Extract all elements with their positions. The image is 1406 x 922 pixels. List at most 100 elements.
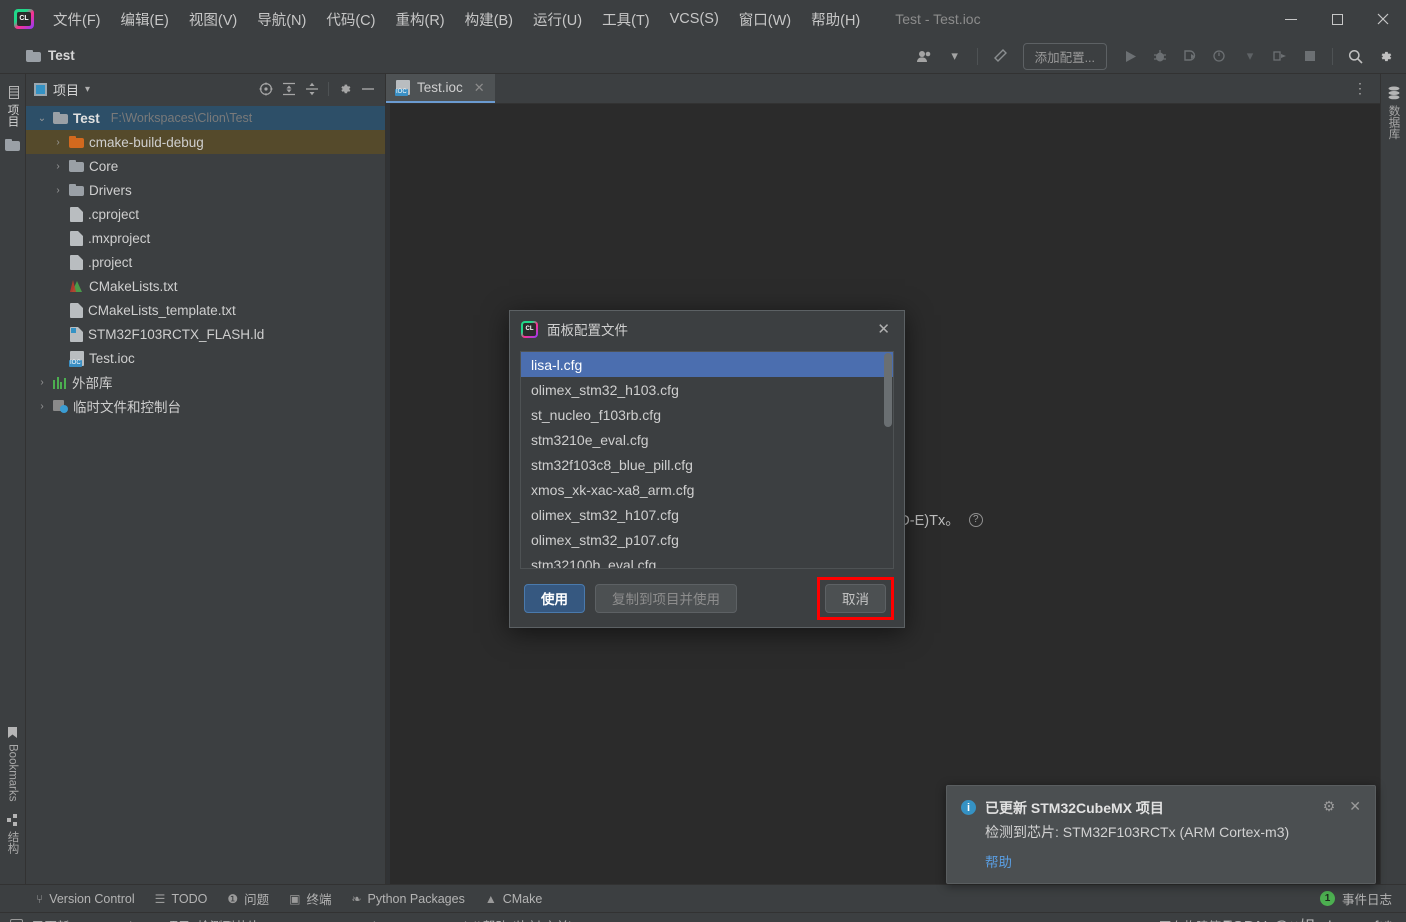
close-icon[interactable]: ✕ [474,80,485,96]
gear-icon[interactable] [338,82,352,96]
dialog-close-button[interactable]: ✕ [871,318,896,340]
tree-row-linker-script[interactable]: STM32F103RCTX_FLASH.ld [26,322,385,346]
chevron-right-icon[interactable]: › [52,161,64,172]
project-panel-title[interactable]: 项目 ▾ [34,80,90,99]
list-item[interactable]: xmos_xk-xac-xa8_arm.cfg [521,477,893,502]
tree-label: 临时文件和控制台 [73,400,181,415]
tool-cmake-label: CMake [502,891,543,906]
build-hammer-icon[interactable] [987,43,1013,69]
help-icon[interactable]: ? [968,512,983,527]
chevron-right-icon[interactable]: › [36,401,48,412]
event-log-button[interactable]: 1 事件日志 [1319,889,1392,908]
menu-tools[interactable]: 工具(T) [593,6,659,33]
list-item[interactable]: stm32100b_eval.cfg [521,552,893,569]
sidebar-item-structure[interactable]: 结构 [3,808,23,860]
notification-help-link[interactable]: 帮助 [985,851,1361,871]
tree-row-test-ioc[interactable]: Test.ioc [26,346,385,370]
select-opened-file-icon[interactable] [259,82,273,96]
tool-terminal[interactable]: ▣ 终端 [289,889,331,908]
add-configuration-button[interactable]: 添加配置... [1022,42,1107,70]
debug-icon[interactable] [1147,43,1173,69]
folder-icon [69,184,84,196]
maximize-button[interactable] [1314,0,1360,38]
hide-panel-icon[interactable] [361,87,375,91]
close-icon[interactable]: ✕ [1349,798,1361,815]
chevron-right-icon[interactable]: › [52,185,64,196]
search-icon[interactable] [1342,43,1368,69]
menu-run[interactable]: 运行(U) [524,6,591,33]
menu-code[interactable]: 代码(C) [317,6,384,33]
profiler-icon[interactable] [912,43,938,69]
sidebar-item-database[interactable]: 数据库 [1384,80,1404,146]
sidebar-item-files[interactable] [3,133,22,157]
editor-tab-test-ioc[interactable]: Test.ioc ✕ [386,74,495,103]
sidebar-item-project[interactable]: 项目 [3,80,23,133]
profiler-dropdown-icon[interactable]: ▾ [942,43,968,69]
profile-icon[interactable] [1207,43,1233,69]
tree-row-cmakelists-template[interactable]: CMakeLists_template.txt [26,298,385,322]
tree-row-scratches[interactable]: › 临时文件和控制台 [26,394,385,418]
collapse-all-icon[interactable] [305,82,319,96]
run-with-coverage-icon[interactable] [1177,43,1203,69]
chevron-right-icon[interactable]: › [52,137,64,148]
tree-row-core[interactable]: › Core [26,154,385,178]
list-item[interactable]: olimex_stm32_h107.cfg [521,502,893,527]
tool-problems[interactable]: ❶ 问题 [227,889,269,908]
expand-all-icon[interactable] [282,82,296,96]
tool-python-packages[interactable]: ❧ Python Packages [351,892,464,906]
chevron-down-icon[interactable]: ▾ [85,84,90,95]
tool-todo[interactable]: ☰ TODO [155,892,208,906]
menu-edit[interactable]: 编辑(E) [112,6,178,33]
chevron-right-icon[interactable]: › [36,377,48,388]
menu-window[interactable]: 窗口(W) [730,6,800,33]
gear-icon[interactable]: ⚙ [1323,798,1336,815]
tree-row-mxproject[interactable]: .mxproject [26,226,385,250]
attach-icon[interactable] [1267,43,1293,69]
tool-problems-label: 问题 [244,893,270,907]
tree-row-cmakelists[interactable]: CMakeLists.txt [26,274,385,298]
close-button[interactable] [1360,0,1406,38]
sidebar-item-bookmarks[interactable]: Bookmarks [5,720,21,808]
menu-file[interactable]: 文件(F) [44,6,110,33]
tool-cmake[interactable]: ▲ CMake [485,892,542,906]
profile-dropdown-icon[interactable]: ▾ [1237,43,1263,69]
board-config-dialog: 面板配置文件 ✕ lisa-l.cfg olimex_stm32_h103.cf… [509,310,905,628]
menu-navigate[interactable]: 导航(N) [248,6,315,33]
tool-version-control[interactable]: ⑂ Version Control [36,892,135,906]
editor-options-icon[interactable]: ⋮ [1341,74,1380,103]
tree-label: cmake-build-debug [89,134,204,150]
menu-view[interactable]: 视图(V) [180,6,246,33]
menu-help[interactable]: 帮助(H) [802,6,869,33]
tree-row-test[interactable]: ⌄ Test F:\Workspaces\Clion\Test [26,106,385,130]
board-config-list[interactable]: lisa-l.cfg olimex_stm32_h103.cfg st_nucl… [520,351,894,569]
gear-icon[interactable]: ⚙ [1382,918,1394,922]
chevron-down-icon[interactable]: ⌄ [36,113,48,124]
list-item[interactable]: st_nucleo_f103rb.cfg [521,402,893,427]
breadcrumb[interactable]: Test [0,48,75,63]
use-button[interactable]: 使用 [524,583,585,613]
list-icon: ☰ [154,891,166,906]
tree-row-cproject[interactable]: .cproject [26,202,385,226]
list-item[interactable]: stm3210e_eval.cfg [521,427,893,452]
stop-icon[interactable] [1297,43,1323,69]
list-item[interactable]: stm32f103c8_blue_pill.cfg [521,452,893,477]
cancel-button[interactable]: 取消 [825,583,886,613]
list-item[interactable]: lisa-l.cfg [521,352,893,377]
list-scrollbar[interactable] [884,353,892,427]
list-item[interactable]: olimex_stm32_h103.cfg [521,377,893,402]
tree-label: .cproject [88,206,140,222]
clion-window: 文件(F) 编辑(E) 视图(V) 导航(N) 代码(C) 重构(R) 构建(B… [0,0,1406,922]
tree-row-cmake-build-debug[interactable]: › cmake-build-debug [26,130,385,154]
run-icon[interactable] [1117,43,1143,69]
menu-vcs[interactable]: VCS(S) [661,8,728,30]
minimize-button[interactable] [1268,0,1314,38]
tree-row-drivers[interactable]: › Drivers [26,178,385,202]
menu-refactor[interactable]: 重构(R) [386,6,453,33]
menu-build[interactable]: 构建(B) [456,6,522,33]
list-item[interactable]: olimex_stm32_p107.cfg [521,527,893,552]
gear-icon[interactable] [1372,43,1398,69]
tree-row-project-file[interactable]: .project [26,250,385,274]
copy-to-project-and-use-button[interactable]: 复制到项目并使用 [595,583,737,613]
tree-row-external-libraries[interactable]: › 外部库 [26,370,385,394]
file-icon [70,230,83,246]
